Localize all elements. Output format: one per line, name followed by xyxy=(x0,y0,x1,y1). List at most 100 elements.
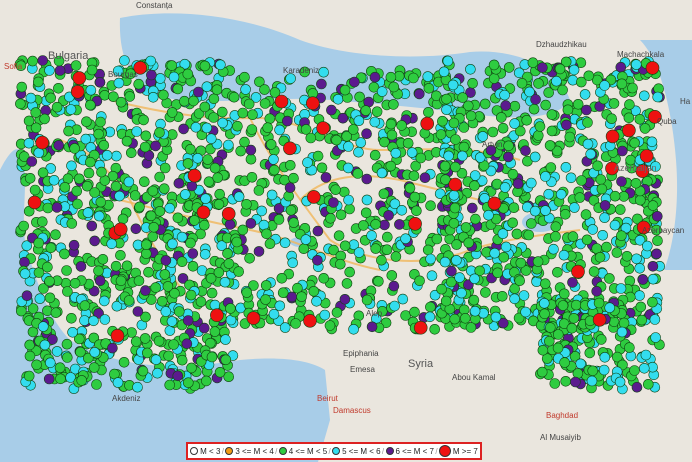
earthquake-marker xyxy=(193,86,204,98)
earthquake-marker xyxy=(200,193,211,204)
legend-item: 6 <= M < 7 xyxy=(385,447,434,456)
earthquake-marker xyxy=(458,122,470,133)
earthquake-marker xyxy=(25,92,37,104)
earthquake-marker xyxy=(133,275,145,287)
earthquake-marker xyxy=(15,305,27,317)
earthquake-marker xyxy=(247,109,258,120)
earthquake-marker xyxy=(554,63,566,75)
legend-swatch xyxy=(332,447,341,455)
earthquake-marker xyxy=(70,60,82,71)
earthquake-marker xyxy=(446,265,457,277)
earthquake-marker xyxy=(132,306,144,317)
legend-label: M >= 7 xyxy=(452,446,478,456)
place-label: Alep xyxy=(366,309,383,318)
earthquake-marker xyxy=(72,198,83,210)
earthquake-marker xyxy=(544,140,556,151)
earthquake-marker xyxy=(154,171,165,183)
earthquake-marker xyxy=(89,235,100,247)
earthquake-marker xyxy=(36,216,48,227)
earthquake-marker xyxy=(288,172,299,184)
earthquake-marker xyxy=(214,366,226,378)
place-label: Constanța xyxy=(136,1,173,10)
earthquake-marker xyxy=(641,240,653,252)
earthquake-marker xyxy=(508,202,520,213)
earthquake-marker xyxy=(465,322,477,333)
earthquake-marker xyxy=(469,273,480,285)
earthquake-marker xyxy=(134,201,145,213)
earthquake-marker xyxy=(199,101,211,113)
earthquake-marker xyxy=(396,120,407,131)
earthquake-marker xyxy=(516,78,528,89)
earthquake-marker xyxy=(53,140,65,151)
earthquake-marker xyxy=(615,283,627,294)
legend-item: 3 <= M < 4 xyxy=(225,447,274,456)
earthquake-marker xyxy=(586,375,598,387)
earthquake-marker xyxy=(520,145,531,156)
earthquake-marker xyxy=(306,190,321,204)
earthquake-marker xyxy=(51,202,63,213)
earthquake-marker xyxy=(98,140,110,151)
earthquake-marker xyxy=(154,206,166,217)
place-label: Sofia xyxy=(4,62,23,71)
place-label: Al Musaiyib xyxy=(540,433,581,442)
earthquake-marker xyxy=(208,93,220,105)
earthquake-marker xyxy=(536,366,548,378)
earthquake-marker xyxy=(634,262,646,274)
earthquake-marker xyxy=(332,94,344,105)
earthquake-marker xyxy=(245,144,257,156)
earthquake-marker xyxy=(147,92,159,103)
place-label: Beirut xyxy=(317,394,338,403)
earthquake-marker xyxy=(68,239,80,251)
earthquake-marker xyxy=(123,176,135,188)
earthquake-marker xyxy=(35,135,50,150)
earthquake-marker xyxy=(470,213,481,225)
earthquake-marker xyxy=(150,282,161,293)
earthquake-marker xyxy=(343,194,354,206)
earthquake-marker xyxy=(113,77,125,89)
legend-separator: / xyxy=(221,446,224,456)
earthquake-marker xyxy=(431,233,443,245)
earthquake-marker xyxy=(164,202,175,214)
earthquake-marker xyxy=(94,77,106,88)
earthquake-marker xyxy=(638,90,650,102)
earthquake-map[interactable]: Constanța Bulgaria Sofia Bourgas Karaden… xyxy=(0,0,692,462)
earthquake-marker xyxy=(54,362,66,374)
earthquake-marker xyxy=(646,136,658,148)
earthquake-marker xyxy=(512,178,524,189)
legend-label: M < 3 xyxy=(200,446,221,456)
earthquake-marker xyxy=(213,267,225,278)
earthquake-marker xyxy=(320,172,332,183)
earthquake-marker xyxy=(83,167,95,179)
earthquake-marker xyxy=(647,273,659,285)
earthquake-marker xyxy=(550,231,561,242)
earthquake-marker xyxy=(615,61,627,73)
earthquake-marker xyxy=(290,318,301,329)
earthquake-marker xyxy=(591,243,603,254)
earthquake-marker xyxy=(385,118,397,130)
earthquake-marker xyxy=(652,235,663,246)
earthquake-marker xyxy=(408,217,422,231)
earthquake-marker xyxy=(528,103,540,115)
earthquake-marker xyxy=(319,309,331,321)
earthquake-marker xyxy=(24,173,36,184)
earthquake-marker xyxy=(560,375,572,387)
legend-label: 4 <= M < 5 xyxy=(288,446,328,456)
earthquake-marker xyxy=(379,219,390,231)
earthquake-marker xyxy=(288,217,300,228)
earthquake-marker xyxy=(220,334,231,345)
earthquake-marker xyxy=(274,300,286,312)
earthquake-marker xyxy=(95,116,106,128)
earthquake-marker xyxy=(507,168,519,180)
earthquake-marker xyxy=(599,80,610,91)
earthquake-marker xyxy=(160,306,172,317)
earthquake-marker xyxy=(54,65,66,76)
earthquake-marker xyxy=(23,370,35,382)
earthquake-marker xyxy=(241,287,253,298)
earthquake-marker xyxy=(196,205,211,220)
earthquake-marker xyxy=(558,249,570,261)
earthquake-marker xyxy=(93,128,104,140)
earthquake-marker xyxy=(97,253,109,265)
legend-item: M >= 7 xyxy=(438,445,478,457)
earthquake-marker xyxy=(581,234,593,246)
earthquake-marker xyxy=(34,293,46,305)
